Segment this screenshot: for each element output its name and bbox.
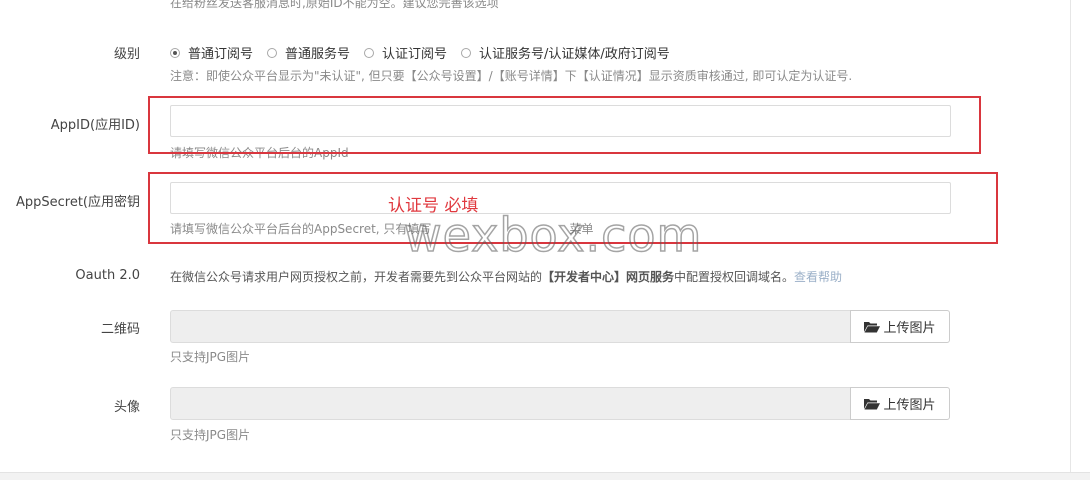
appsecret-label: AppSecret(应用密钥: [15, 195, 140, 210]
level-label: 级别: [113, 47, 140, 62]
qrcode-upload-button[interactable]: 上传图片: [850, 310, 950, 343]
top-notice: 在给粉丝发送客服消息时,原始ID不能为空。建议您完善该选项: [170, 0, 499, 10]
upload-button-label: 上传图片: [883, 320, 936, 335]
appid-label: AppID(应用ID): [50, 118, 140, 133]
folder-open-icon: [864, 321, 881, 332]
radio-normal-service[interactable]: 普通服务号: [267, 43, 350, 62]
radio-verified-subscription[interactable]: 认证订阅号: [364, 43, 447, 62]
level-radio-group: 普通订阅号 普通服务号 认证订阅号 认证服务号/认证媒体/政府订阅号: [170, 43, 684, 62]
radio-checked-icon[interactable]: [170, 47, 180, 58]
radio-icon[interactable]: [267, 47, 278, 58]
avatar-upload-button[interactable]: 上传图片: [850, 387, 950, 420]
oauth-label: Oauth 2.0: [75, 268, 140, 283]
avatar-help: 只支持JPG图片: [170, 428, 251, 442]
qrcode-help: 只支持JPG图片: [170, 350, 251, 364]
upload-button-label: 上传图片: [883, 397, 936, 412]
appid-highlight-box: [148, 96, 981, 154]
radio-icon[interactable]: [461, 47, 472, 58]
watermark: wexbox.com: [403, 207, 703, 263]
level-note: 注意：即使公众平台显示为"未认证", 但只要【公众号设置】/【账号详情】下【认证…: [170, 69, 853, 83]
oauth-help-suffix: 中配置授权回调域名。: [674, 270, 795, 284]
avatar-label: 头像: [113, 400, 140, 415]
radio-normal-subscription[interactable]: 普通订阅号: [170, 43, 253, 62]
qrcode-label: 二维码: [100, 322, 140, 337]
oauth-help-prefix: 在微信公众号请求用户网页授权之前，开发者需要先到公众平台网站的: [170, 270, 543, 284]
radio-label: 普通服务号: [285, 47, 351, 62]
radio-verified-service[interactable]: 认证服务号/认证媒体/政府订阅号: [461, 43, 670, 62]
view-help-link[interactable]: 查看帮助: [794, 270, 842, 284]
panel-right-border: [1070, 0, 1071, 479]
radio-label: 认证服务号/认证媒体/政府订阅号: [479, 47, 670, 62]
folder-open-icon: [864, 398, 881, 409]
radio-label: 认证订阅号: [382, 47, 448, 62]
oauth-help-bold: 【开发者中心】网页服务: [542, 270, 675, 284]
radio-label: 普通订阅号: [188, 47, 254, 62]
oauth-help: 在微信公众号请求用户网页授权之前，开发者需要先到公众平台网站的【开发者中心】网页…: [170, 268, 842, 285]
radio-icon[interactable]: [364, 47, 375, 58]
avatar-file-field[interactable]: [170, 387, 851, 420]
qrcode-file-field[interactable]: [170, 310, 851, 343]
